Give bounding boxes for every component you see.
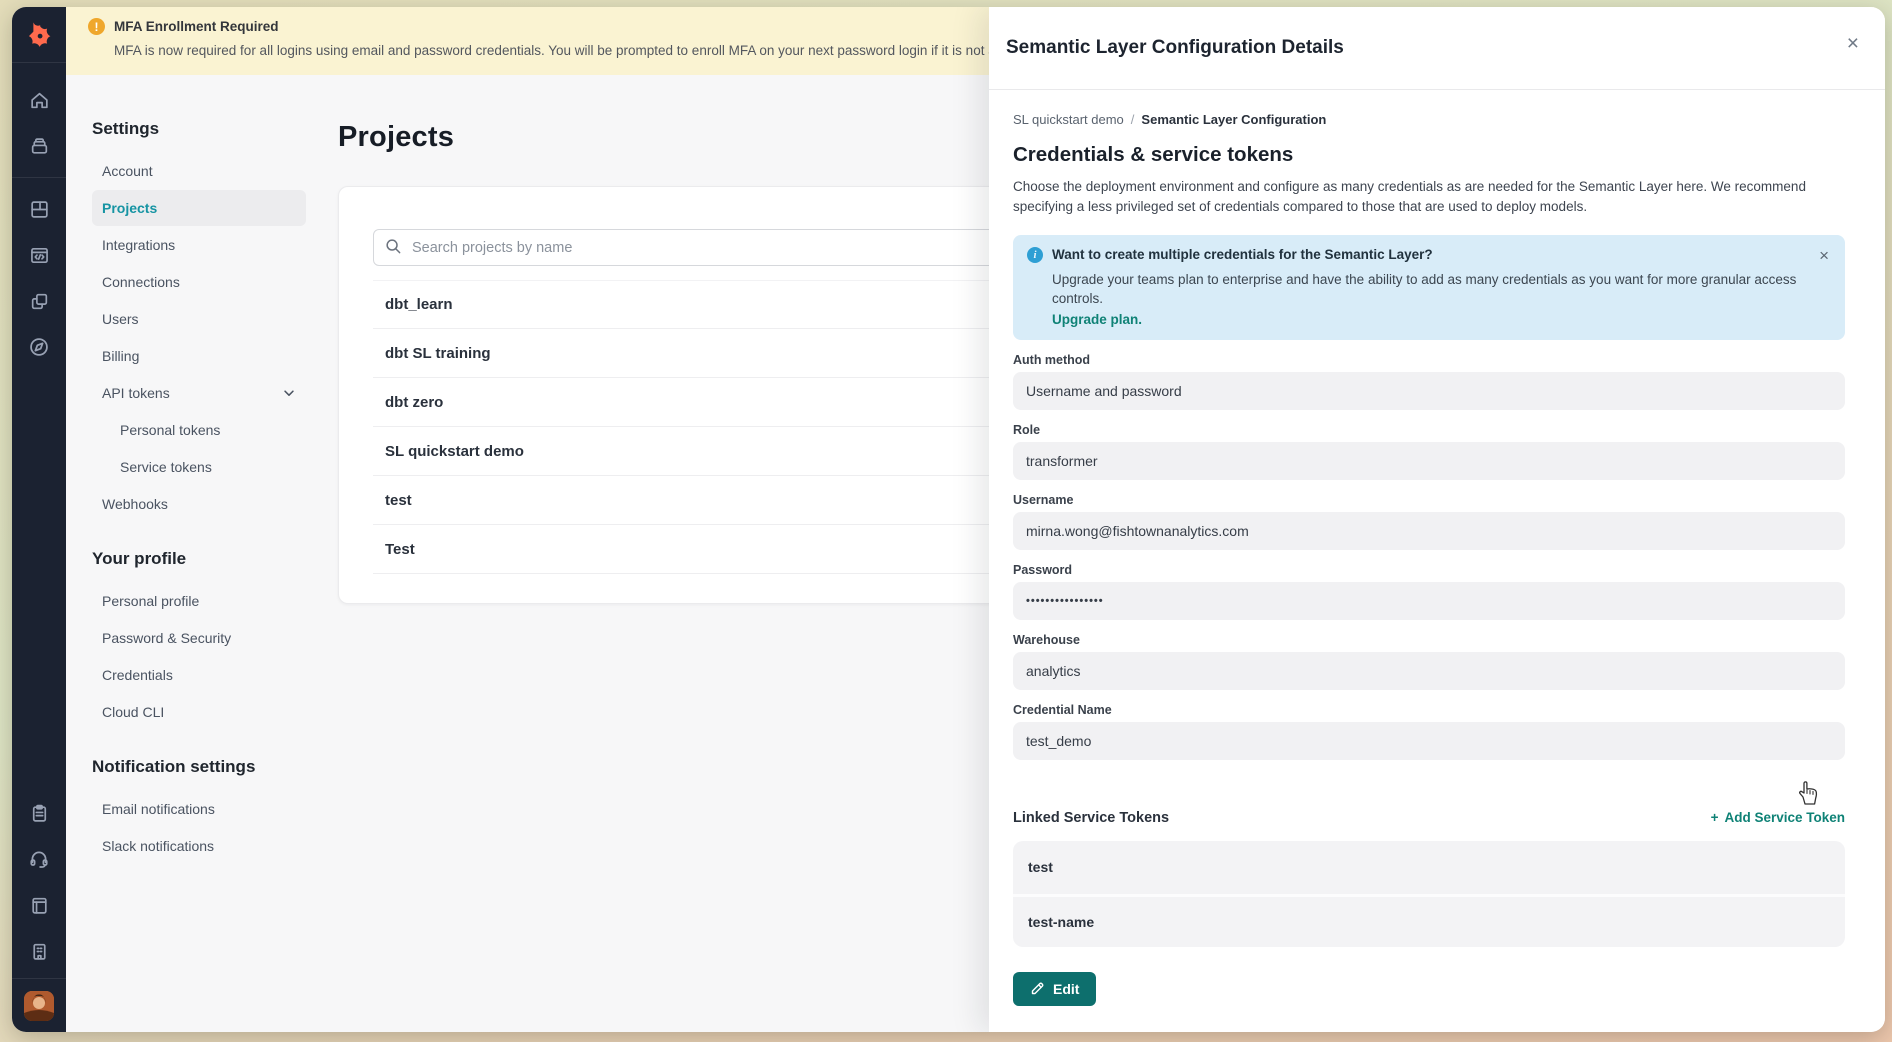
avatar <box>24 991 54 1021</box>
notification-settings-title: Notification settings <box>92 757 306 777</box>
credentials-section-title: Credentials & service tokens <box>1013 143 1845 167</box>
sidebar-item-integrations[interactable]: Integrations <box>92 227 306 263</box>
info-banner-body: Upgrade your teams plan to enterprise an… <box>1052 270 1829 309</box>
explore-nav-button[interactable] <box>12 324 66 370</box>
role-field: Role transformer <box>1013 423 1845 480</box>
dbt-logo[interactable] <box>12 7 66 63</box>
docs-share-nav-button[interactable] <box>12 278 66 324</box>
warning-icon: ! <box>88 18 105 35</box>
auth-method-value: Username and password <box>1013 372 1845 410</box>
search-icon <box>385 238 402 255</box>
user-menu[interactable] <box>12 978 66 1032</box>
upgrade-plan-link[interactable]: Upgrade plan. <box>1052 312 1829 327</box>
credentials-section-description: Choose the deployment environment and co… <box>1013 177 1845 218</box>
sidebar-item-billing[interactable]: Billing <box>92 338 306 374</box>
home-icon <box>29 90 50 111</box>
username-field: Username mirna.wong@fishtownanalytics.co… <box>1013 493 1845 550</box>
auth-method-field: Auth method Username and password <box>1013 353 1845 410</box>
headset-icon <box>28 848 50 870</box>
sidebar-item-personal-profile[interactable]: Personal profile <box>92 583 306 619</box>
compass-icon <box>28 336 50 358</box>
app-window: ! MFA Enrollment Required MFA is now req… <box>12 7 1885 1032</box>
sidebar-item-password-security[interactable]: Password & Security <box>92 620 306 656</box>
deploy-icon <box>29 136 50 157</box>
sidebar-item-projects[interactable]: Projects <box>92 190 306 226</box>
info-icon: i <box>1027 247 1043 263</box>
settings-nav-title: Settings <box>92 119 306 139</box>
overlapping-squares-icon <box>29 291 50 312</box>
upgrade-info-banner: i Want to create multiple credentials fo… <box>1013 235 1845 340</box>
breadcrumb-current: Semantic Layer Configuration <box>1141 112 1326 127</box>
sidebar-item-service-tokens[interactable]: Service tokens <box>92 449 306 485</box>
sidebar-item-api-tokens[interactable]: API tokens <box>92 375 306 411</box>
password-value: •••••••••••••••• <box>1013 582 1845 620</box>
service-tokens-list: test test-name <box>1013 841 1845 947</box>
dashboards-nav-button[interactable] <box>12 186 66 232</box>
breadcrumb-project-link[interactable]: SL quickstart demo <box>1013 112 1124 127</box>
linked-service-tokens-title: Linked Service Tokens <box>1013 810 1169 826</box>
plus-icon: + <box>1711 810 1719 825</box>
semantic-layer-config-panel: Semantic Layer Configuration Details × S… <box>989 7 1885 1032</box>
desktop-background: ! MFA Enrollment Required MFA is now req… <box>0 0 1892 1042</box>
sidebar-item-cloud-cli[interactable]: Cloud CLI <box>92 694 306 730</box>
support-nav-button[interactable] <box>12 836 66 882</box>
changelog-nav-button[interactable] <box>12 790 66 836</box>
username-value: mirna.wong@fishtownanalytics.com <box>1013 512 1845 550</box>
panel-content: SL quickstart demo / Semantic Layer Conf… <box>989 90 1885 1032</box>
book-icon <box>29 895 50 916</box>
docs-book-nav-button[interactable] <box>12 882 66 928</box>
credential-name-field: Credential Name test_demo <box>1013 703 1845 760</box>
avatar-portrait-icon <box>24 991 54 1021</box>
icon-sidebar <box>12 7 66 1032</box>
breadcrumb: SL quickstart demo / Semantic Layer Conf… <box>1013 112 1845 127</box>
organization-nav-button[interactable] <box>12 928 66 974</box>
sidebar-item-email-notifications[interactable]: Email notifications <box>92 791 306 827</box>
building-icon <box>29 941 50 962</box>
code-editor-icon <box>29 245 50 266</box>
password-field: Password •••••••••••••••• <box>1013 563 1845 620</box>
dbt-logo-icon <box>26 22 52 48</box>
clipboard-icon <box>29 803 50 824</box>
sidebar-item-webhooks[interactable]: Webhooks <box>92 486 306 522</box>
pencil-icon <box>1030 981 1045 996</box>
service-token-row[interactable]: test-name <box>1013 894 1845 947</box>
mfa-banner-title: MFA Enrollment Required <box>114 19 279 34</box>
role-value: transformer <box>1013 442 1845 480</box>
home-nav-button[interactable] <box>12 77 66 123</box>
info-banner-title: Want to create multiple credentials for … <box>1052 247 1433 262</box>
credential-name-value: test_demo <box>1013 722 1845 760</box>
edit-button[interactable]: Edit <box>1013 972 1096 1006</box>
sidebar-item-credentials[interactable]: Credentials <box>92 657 306 693</box>
develop-ide-nav-button[interactable] <box>12 232 66 278</box>
panel-title: Semantic Layer Configuration Details <box>1006 37 1344 59</box>
warehouse-field: Warehouse analytics <box>1013 633 1845 690</box>
warehouse-value: analytics <box>1013 652 1845 690</box>
sidebar-item-users[interactable]: Users <box>92 301 306 337</box>
sidebar-item-connections[interactable]: Connections <box>92 264 306 300</box>
info-close-icon[interactable]: × <box>1819 247 1829 264</box>
chevron-down-icon <box>282 386 296 400</box>
dashboard-grid-icon <box>29 199 50 220</box>
sidebar-item-slack-notifications[interactable]: Slack notifications <box>92 828 306 864</box>
deploy-nav-button[interactable] <box>12 123 66 169</box>
sidebar-item-personal-tokens[interactable]: Personal tokens <box>92 412 306 448</box>
settings-nav: Settings Account Projects Integrations C… <box>66 75 318 1032</box>
your-profile-title: Your profile <box>92 549 306 569</box>
sidebar-item-account[interactable]: Account <box>92 153 306 189</box>
service-token-row[interactable]: test <box>1013 841 1845 894</box>
add-service-token-button[interactable]: + Add Service Token <box>1711 810 1845 825</box>
close-icon[interactable]: × <box>1847 33 1859 54</box>
